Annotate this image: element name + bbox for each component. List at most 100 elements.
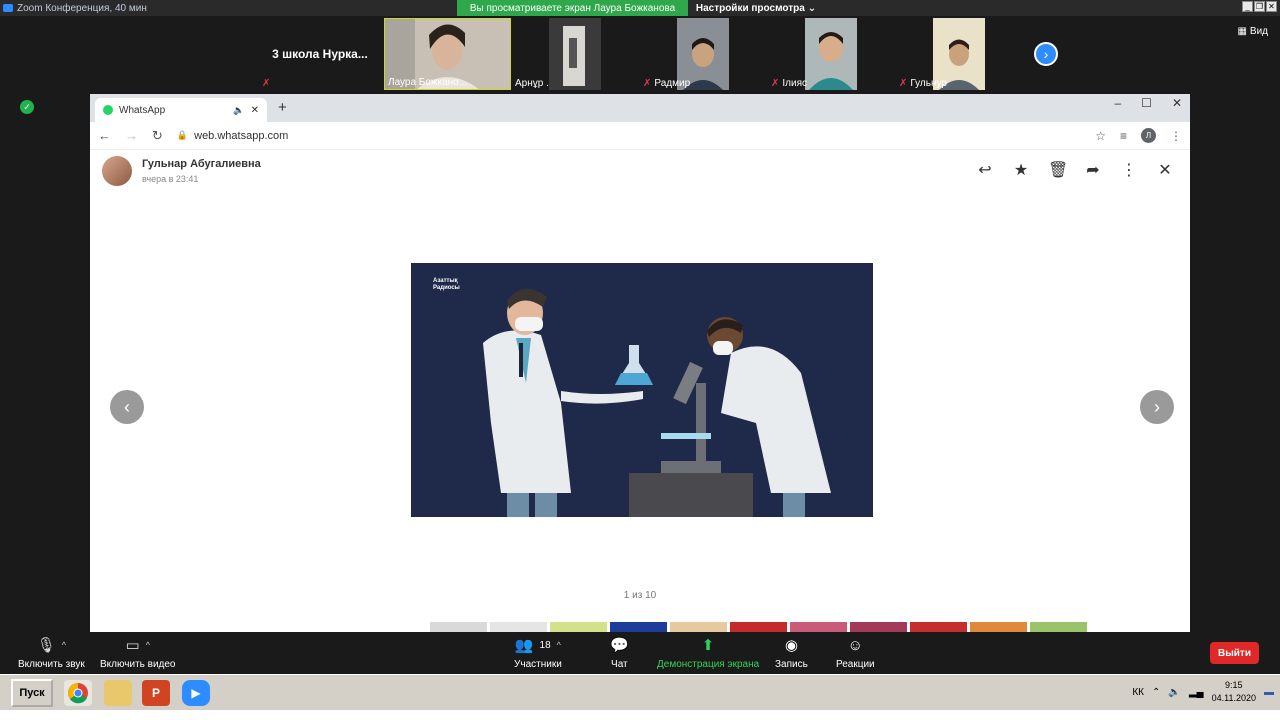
next-media-button[interactable]: › xyxy=(1140,390,1174,424)
whatsapp-favicon-icon xyxy=(103,105,113,115)
tab-close-icon[interactable]: ✕ xyxy=(251,105,259,116)
back-icon[interactable]: ← xyxy=(98,128,111,143)
sender-info: Гульнар Абугалиевна вчера в 23:41 xyxy=(102,156,261,186)
url-text: web.whatsapp.com xyxy=(194,129,289,142)
security-shield-icon[interactable]: ✓ xyxy=(20,100,34,114)
media-thumb[interactable] xyxy=(910,622,967,632)
browser-tab[interactable]: WhatsApp 🔈 ✕ xyxy=(95,98,267,122)
chat-icon: 💬 xyxy=(610,637,629,654)
unmute-button[interactable]: 🎙 ^ Включить звук xyxy=(18,636,85,670)
viewer-actions: ↩ ★ 🗑 ➦ ⋮ ✕ xyxy=(976,160,1174,180)
media-controls-icon[interactable]: ≡ xyxy=(1120,129,1127,143)
show-desktop-icon[interactable]: ▬ xyxy=(1264,687,1274,698)
participant-tile[interactable]: 3 школа Нурка... ✗ xyxy=(258,18,382,90)
participant-tile[interactable]: ✗ Радмир xyxy=(640,18,766,90)
reactions-button[interactable]: ☺ Реакции xyxy=(836,636,875,671)
mic-muted-icon: ✗ xyxy=(899,78,908,89)
clock-time: 9:15 xyxy=(1225,680,1243,690)
share-screen-button[interactable]: ⬆ Демонстрация экрана xyxy=(657,636,759,670)
participants-count: 18 xyxy=(539,639,551,651)
unmute-label: Включить звук xyxy=(18,659,85,670)
star-icon[interactable]: ★ xyxy=(1012,160,1030,180)
browser-window-controls: – ☐ ✕ xyxy=(1114,96,1182,110)
speaker-icon[interactable]: 🔈 xyxy=(233,105,244,116)
share-banner: Вы просматриваете экран Лаура Божканова xyxy=(457,0,688,17)
file-explorer-icon[interactable] xyxy=(104,680,132,706)
participants-icon: 👥 xyxy=(514,637,534,654)
menu-kebab-icon[interactable]: ⋮ xyxy=(1170,129,1182,143)
new-tab-button[interactable]: + xyxy=(278,99,287,116)
zoom-taskbar-icon[interactable]: ▶ xyxy=(182,680,210,706)
clock[interactable]: 9:15 04.11.2020 xyxy=(1212,679,1256,705)
reply-icon[interactable]: ↩ xyxy=(976,160,994,180)
close-viewer-icon[interactable]: ✕ xyxy=(1156,160,1174,180)
participant-tile[interactable]: Арнұр . xyxy=(512,18,638,90)
reactions-icon: ☺ xyxy=(847,636,863,654)
chrome-taskbar-icon[interactable] xyxy=(64,680,92,706)
previous-media-button[interactable]: ‹ xyxy=(110,390,144,424)
url-field[interactable]: 🔒 web.whatsapp.com xyxy=(177,130,1081,142)
leave-button[interactable]: Выйти xyxy=(1210,642,1259,664)
record-button[interactable]: ◉ Запись xyxy=(775,636,808,670)
view-settings-dropdown[interactable]: Настройки просмотра ⌄ xyxy=(688,0,824,17)
media-thumb[interactable] xyxy=(1030,622,1087,632)
media-thumb[interactable] xyxy=(850,622,907,632)
language-indicator[interactable]: КК xyxy=(1132,687,1144,698)
browser-minimize-button[interactable]: – xyxy=(1114,96,1121,110)
media-thumb[interactable] xyxy=(430,622,487,632)
participant-tile[interactable]: Лаура Божкано... xyxy=(384,18,511,90)
forward-icon[interactable]: → xyxy=(125,128,138,143)
participants-button[interactable]: 👥 18 ^ Участники xyxy=(514,636,562,670)
media-thumb[interactable] xyxy=(790,622,847,632)
media-counter: 1 из 10 xyxy=(623,590,657,601)
reload-icon[interactable]: ↻ xyxy=(152,128,163,144)
start-label: Пуск xyxy=(19,687,45,699)
browser-window: WhatsApp 🔈 ✕ + – ☐ ✕ ← → ↻ 🔒 web.whatsap… xyxy=(90,94,1190,632)
media-thumb[interactable] xyxy=(730,622,787,632)
chat-button[interactable]: 💬 Чат xyxy=(610,636,629,670)
share-screen-icon: ⬆ xyxy=(701,637,715,654)
powerpoint-icon[interactable]: P xyxy=(142,680,170,706)
volume-icon[interactable]: 🔈 xyxy=(1168,687,1180,698)
start-video-button[interactable]: ▭ ^ Включить видео xyxy=(100,636,176,670)
restore-button[interactable]: ❐ xyxy=(1254,1,1265,12)
participant-video xyxy=(549,18,601,90)
browser-close-button[interactable]: ✕ xyxy=(1172,96,1182,110)
media-thumb[interactable] xyxy=(970,622,1027,632)
chevron-up-icon[interactable]: ^ xyxy=(146,640,150,650)
start-video-label: Включить видео xyxy=(100,659,176,670)
media-thumb[interactable] xyxy=(550,622,607,632)
participant-tile[interactable]: ✗ Ілияс xyxy=(768,18,894,90)
forward-icon[interactable]: ➦ xyxy=(1084,160,1102,180)
view-button[interactable]: ▦ Вид xyxy=(1237,26,1268,37)
chevron-up-icon[interactable]: ^ xyxy=(62,640,66,650)
zoom-window-controls: _ ❐ ✕ xyxy=(1242,1,1277,12)
close-button[interactable]: ✕ xyxy=(1266,1,1277,12)
tray-expand-icon[interactable]: ⌃ xyxy=(1152,687,1160,698)
media-thumb[interactable] xyxy=(610,622,667,632)
share-screen-label: Демонстрация экрана xyxy=(657,659,760,670)
browser-maximize-button[interactable]: ☐ xyxy=(1141,96,1152,110)
trash-icon[interactable]: 🗑 xyxy=(1048,160,1068,180)
participants-label: Участники xyxy=(514,659,562,670)
sender-avatar[interactable] xyxy=(102,156,132,186)
start-button[interactable]: Пуск xyxy=(11,679,53,707)
chevron-down-icon: ⌄ xyxy=(807,3,817,14)
profile-avatar[interactable]: Л xyxy=(1141,128,1156,143)
signal-icon[interactable]: ▂▄ xyxy=(1189,687,1204,698)
chevron-up-icon[interactable]: ^ xyxy=(557,640,561,650)
minimize-button[interactable]: _ xyxy=(1242,1,1253,12)
chevron-right-icon: › xyxy=(1154,396,1160,417)
next-participants-button[interactable]: › xyxy=(1034,42,1058,66)
media-image: Азаттық Радиосы xyxy=(411,263,873,517)
tab-title: WhatsApp xyxy=(119,104,166,116)
bookmark-star-icon[interactable]: ☆ xyxy=(1095,129,1106,143)
zoom-window-title: Zoom Конференция, 40 мин xyxy=(17,2,147,14)
more-options-icon[interactable]: ⋮ xyxy=(1120,160,1138,180)
mic-muted-icon: ✗ xyxy=(643,78,652,89)
participant-tile[interactable]: ✗ Гульнур xyxy=(896,18,1022,90)
media-viewer: Гульнар Абугалиевна вчера в 23:41 ↩ ★ 🗑 … xyxy=(90,150,1190,632)
media-thumb[interactable] xyxy=(670,622,727,632)
media-thumb[interactable] xyxy=(490,622,547,632)
participant-name: Лаура Божкано... xyxy=(388,77,468,88)
